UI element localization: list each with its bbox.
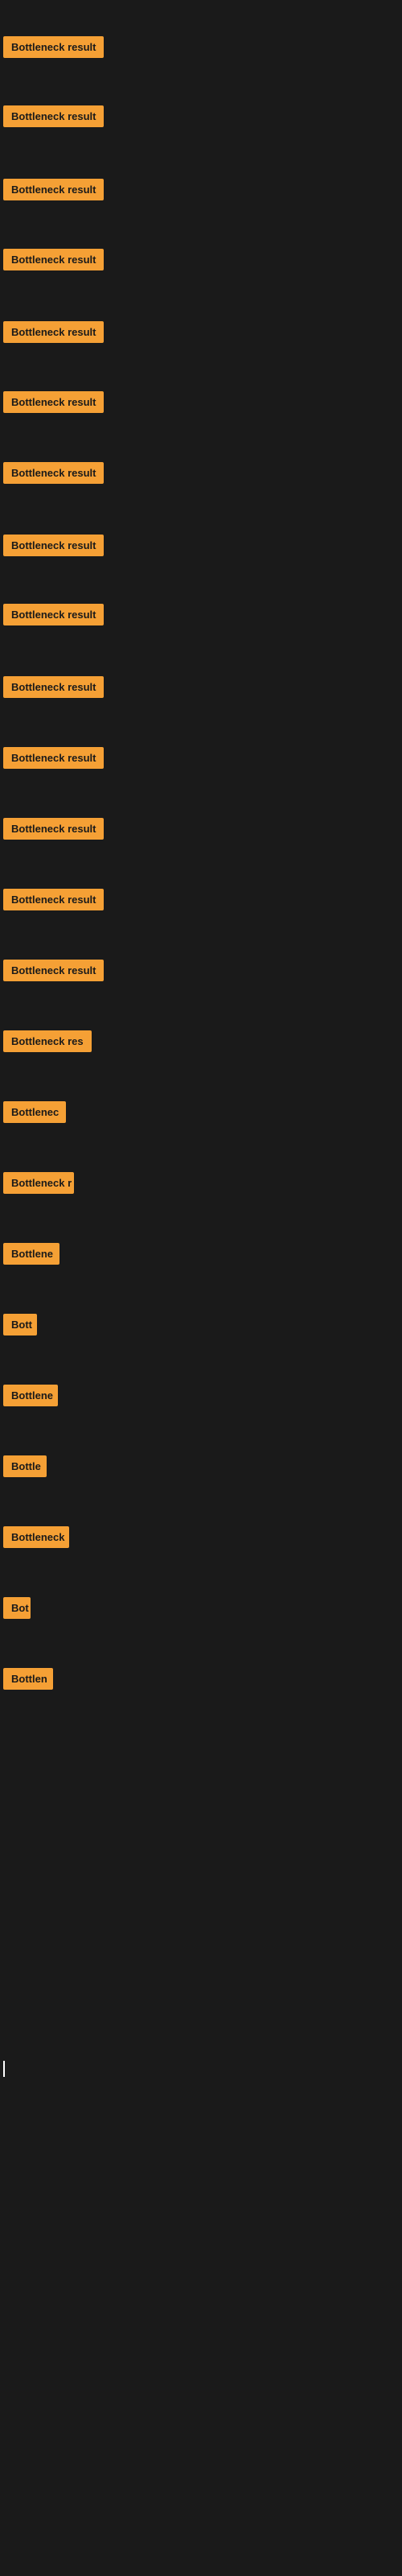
bottleneck-badge[interactable]: Bott: [3, 1314, 37, 1335]
bottleneck-row: Bottleneck result: [0, 36, 402, 62]
cursor-indicator: [3, 2061, 5, 2077]
bottleneck-badge[interactable]: Bottleneck result: [3, 36, 104, 58]
bottleneck-row: Bottleneck: [0, 1526, 402, 1552]
bottleneck-badge[interactable]: Bottleneck result: [3, 889, 104, 910]
bottleneck-badge[interactable]: Bottleneck result: [3, 391, 104, 413]
bottleneck-row: Bottleneck result: [0, 747, 402, 773]
bottleneck-badge[interactable]: Bottleneck result: [3, 321, 104, 343]
bottleneck-badge[interactable]: Bottleneck r: [3, 1172, 74, 1194]
bottleneck-badge[interactable]: Bottleneck result: [3, 676, 104, 698]
bottleneck-badge[interactable]: Bottleneck result: [3, 747, 104, 769]
site-title: [0, 0, 402, 13]
items-container: Bottleneck result Bottleneck result Bottle…: [0, 13, 402, 1784]
bottleneck-row: Bottleneck result: [0, 321, 402, 347]
bottleneck-badge[interactable]: Bottleneck result: [3, 249, 104, 270]
bottleneck-badge[interactable]: Bottleneck result: [3, 960, 104, 981]
bottleneck-row: Bottlenec: [0, 1101, 402, 1127]
bottleneck-row: Bottlen: [0, 1668, 402, 1694]
bottleneck-badge[interactable]: Bottleneck result: [3, 535, 104, 556]
bottleneck-row: Bottleneck result: [0, 604, 402, 630]
bottleneck-badge[interactable]: Bottleneck result: [3, 818, 104, 840]
bottleneck-row: Bottleneck res: [0, 1030, 402, 1056]
bottleneck-badge[interactable]: Bottleneck res: [3, 1030, 92, 1052]
bottleneck-badge[interactable]: Bottlene: [3, 1243, 59, 1265]
bottleneck-badge[interactable]: Bottlenec: [3, 1101, 66, 1123]
bottleneck-row: Bottlene: [0, 1385, 402, 1410]
bottleneck-badge[interactable]: Bottleneck result: [3, 179, 104, 200]
bottleneck-row: Bottle: [0, 1455, 402, 1481]
bottleneck-row: Bottleneck result: [0, 960, 402, 985]
bottleneck-row: Bottleneck result: [0, 535, 402, 560]
bottleneck-badge[interactable]: Bottleneck result: [3, 105, 104, 127]
bottleneck-row: Bottleneck result: [0, 889, 402, 914]
bottleneck-badge[interactable]: Bot: [3, 1597, 31, 1619]
bottleneck-row: Bot: [0, 1597, 402, 1623]
bottleneck-badge[interactable]: Bottlen: [3, 1668, 53, 1690]
bottleneck-row: Bottleneck r: [0, 1172, 402, 1198]
bottleneck-badge[interactable]: Bottleneck result: [3, 462, 104, 484]
bottleneck-row: Bottleneck result: [0, 179, 402, 204]
bottleneck-row: Bott: [0, 1314, 402, 1340]
bottleneck-row: Bottlene: [0, 1243, 402, 1269]
bottleneck-row: Bottleneck result: [0, 818, 402, 844]
bottleneck-row: Bottleneck result: [0, 676, 402, 702]
bottleneck-badge[interactable]: Bottlene: [3, 1385, 58, 1406]
bottleneck-badge[interactable]: Bottle: [3, 1455, 47, 1477]
bottleneck-row: Bottleneck result: [0, 249, 402, 275]
bottleneck-row: Bottleneck result: [0, 105, 402, 131]
bottleneck-row: Bottleneck result: [0, 462, 402, 488]
page-wrapper: Bottleneck result Bottleneck result Bottle…: [0, 0, 402, 2576]
bottleneck-row: Bottleneck result: [0, 391, 402, 417]
bottleneck-badge[interactable]: Bottleneck: [3, 1526, 69, 1548]
bottleneck-badge[interactable]: Bottleneck result: [3, 604, 104, 625]
